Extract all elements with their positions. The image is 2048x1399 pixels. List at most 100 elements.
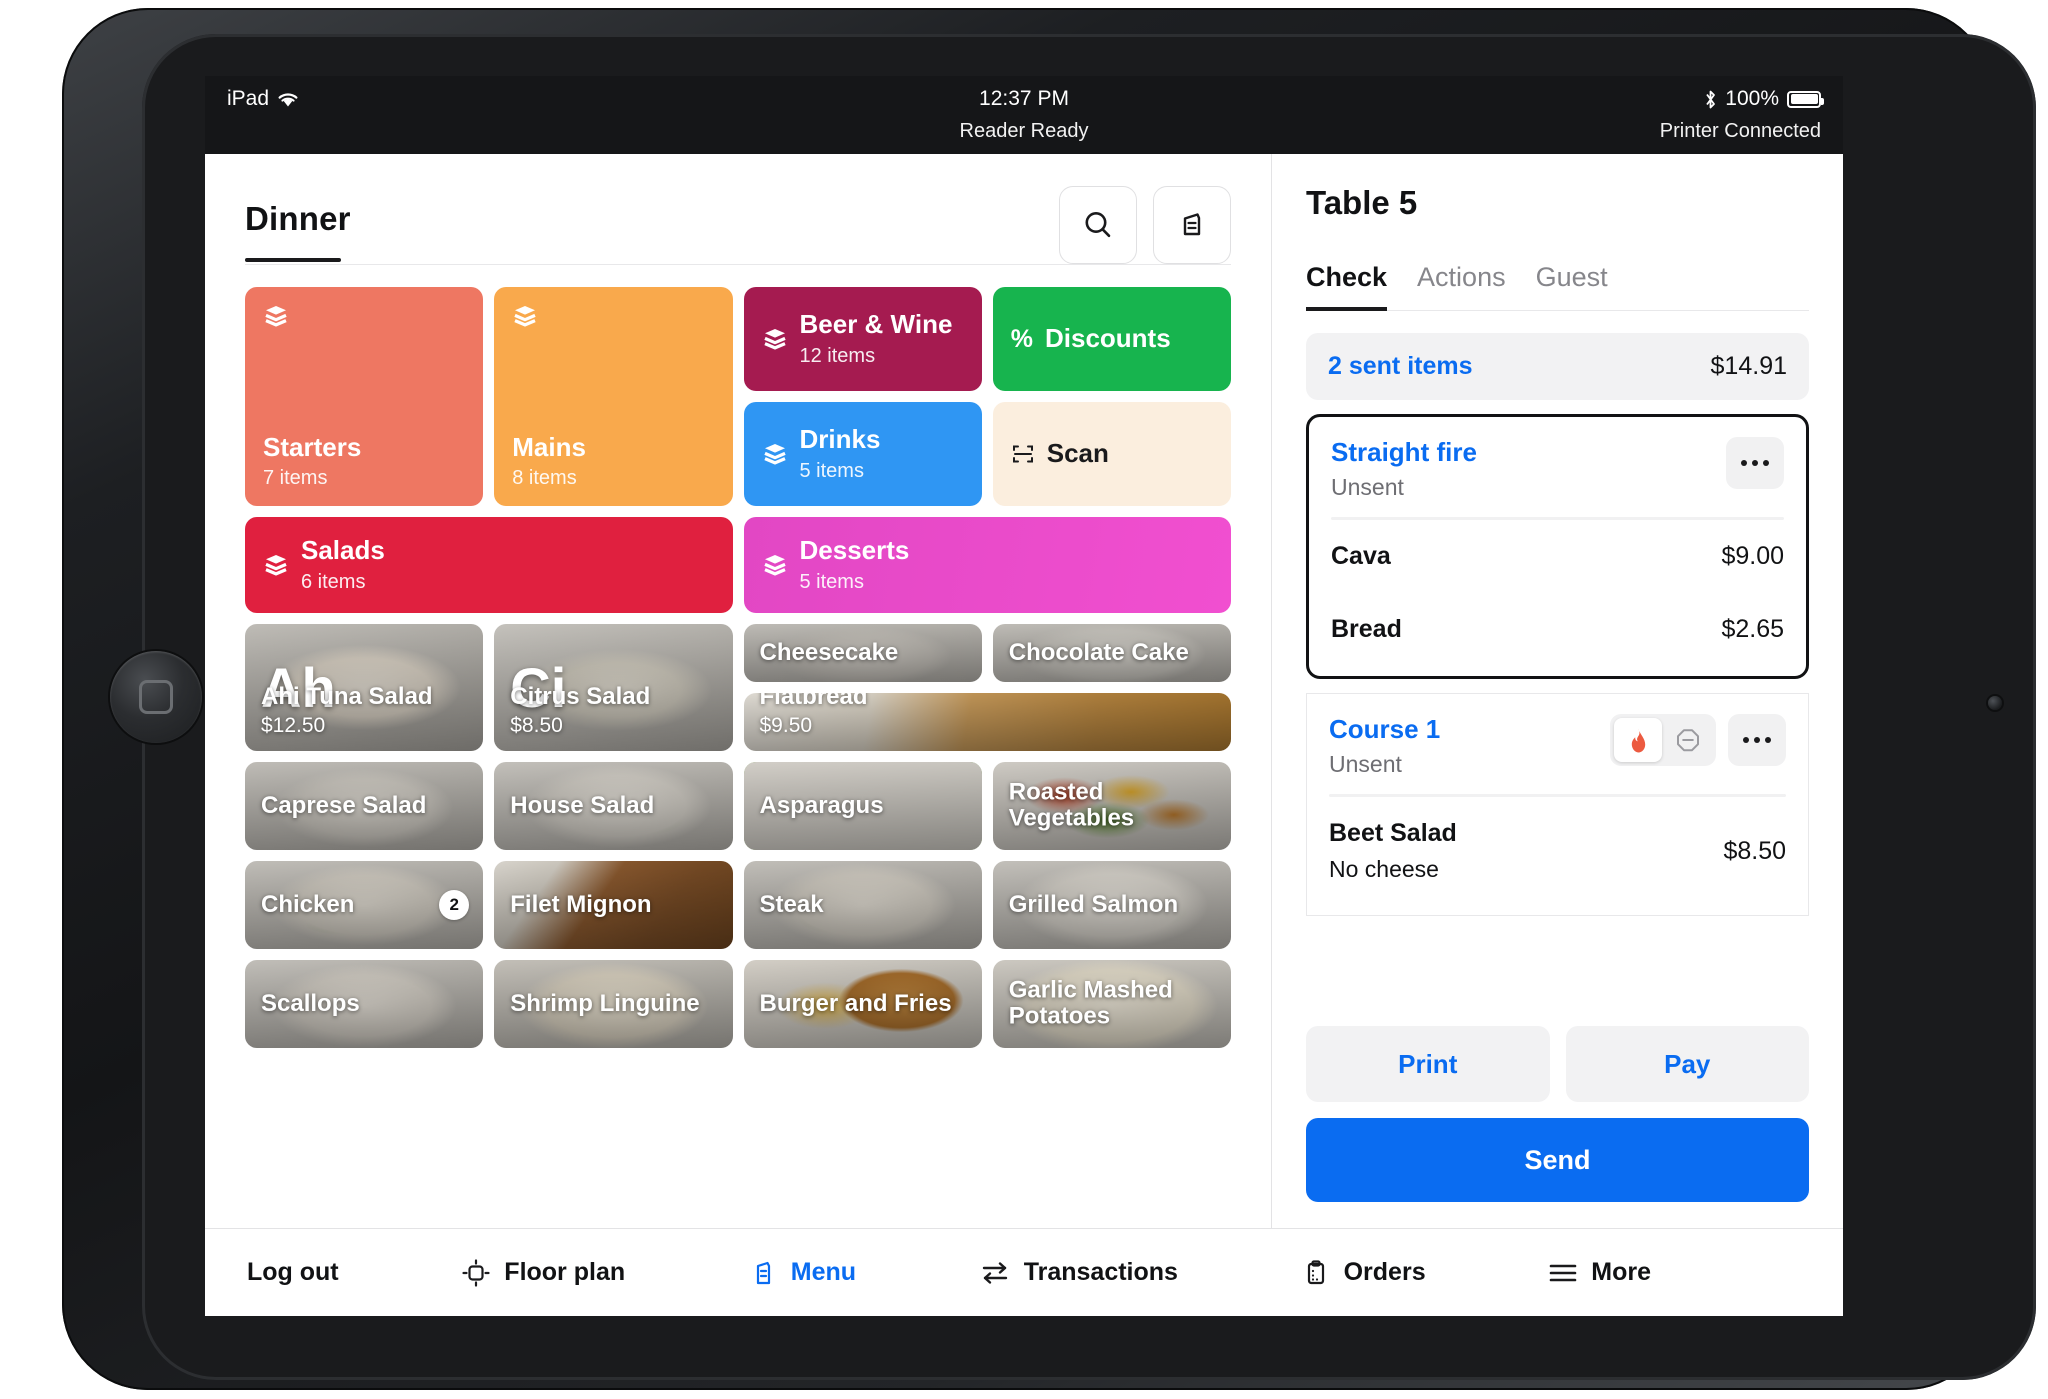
product-tile-steak[interactable]: Steak [743, 861, 982, 949]
fire-hold-segmented-control [1610, 714, 1716, 766]
fire-button[interactable] [1614, 718, 1662, 762]
category-name: Desserts [799, 535, 910, 566]
product-tile-ahi-tuna-salad[interactable]: Ah Ahi Tuna Salad $12.50 [245, 624, 484, 751]
product-label: Chocolate Cake [1008, 638, 1215, 666]
wifi-icon [277, 91, 299, 108]
menu-tile-scroll[interactable]: Starters 7 items Mains 8 items Beer & Wi… [205, 265, 1271, 1228]
send-button[interactable]: Send [1306, 1118, 1809, 1202]
course-header: Course 1 Unsent [1329, 714, 1786, 778]
line-item[interactable]: Beet Salad No cheese $8.50 [1329, 797, 1786, 905]
category-tile-mains[interactable]: Mains 8 items [494, 287, 733, 506]
course-actions [1726, 437, 1784, 489]
sent-items-label: 2 sent items [1328, 352, 1473, 380]
product-tile-flatbread[interactable]: Flatbread $9.50 [743, 693, 1231, 751]
category-tile-drinks[interactable]: Drinks 5 items [743, 402, 982, 506]
product-label: Garlic Mashed Potatoes [1009, 977, 1215, 1031]
line-item[interactable]: Bread $2.65 [1331, 593, 1784, 666]
product-label: Chicken [261, 890, 467, 918]
product-grid-top: Ah Ahi Tuna Salad $12.50 Ci Citrus Salad… [245, 624, 1231, 751]
category-name: Scan [1046, 438, 1109, 469]
app-body: Dinner Starters 7 items Mains 8 items Be… [205, 154, 1843, 1228]
check-panel: Table 5 Check Actions Guest 2 sent items… [1272, 154, 1843, 1228]
nav-more[interactable]: More [1548, 1258, 1651, 1287]
floorplan-icon [461, 1258, 491, 1288]
line-item-price: $8.50 [1723, 836, 1786, 865]
product-label: Asparagus [760, 792, 966, 819]
category-tile-desserts[interactable]: Desserts 5 items [743, 517, 1231, 613]
product-tile-grilled-salmon[interactable]: Grilled Salmon [992, 861, 1231, 949]
category-count: 7 items [263, 467, 328, 489]
course-status: Unsent [1329, 751, 1402, 777]
product-label: Filet Mignon [510, 890, 716, 918]
line-item-name: Cava [1331, 542, 1391, 570]
nav-label: More [1591, 1258, 1651, 1286]
hold-button[interactable] [1664, 718, 1712, 762]
sent-items-row[interactable]: 2 sent items $14.91 [1306, 333, 1809, 400]
product-name: Chicken [261, 890, 355, 918]
transfer-icon [979, 1258, 1011, 1288]
pay-button[interactable]: Pay [1565, 1026, 1809, 1102]
print-button[interactable]: Print [1306, 1026, 1550, 1102]
course-card-straight-fire[interactable]: Straight fire Unsent Cava $9.00 Bread $2… [1306, 414, 1809, 679]
line-item[interactable]: Cava $9.00 [1331, 520, 1784, 593]
line-item-left: Beet Salad No cheese [1329, 819, 1457, 883]
category-tile-starters[interactable]: Starters 7 items [245, 287, 484, 506]
category-tile-beer-wine[interactable]: Beer & Wine 12 items [743, 287, 982, 391]
nav-log-out[interactable]: Log out [247, 1258, 339, 1287]
tab-actions[interactable]: Actions [1417, 262, 1506, 311]
course-more-button[interactable] [1728, 714, 1786, 766]
product-tile-cheesecake[interactable]: Cheesecake [743, 624, 982, 682]
tab-check[interactable]: Check [1306, 262, 1388, 311]
category-tile-discounts[interactable]: % Discounts [992, 287, 1231, 391]
stack-icon [762, 552, 788, 578]
product-tile-shrimp-linguine[interactable]: Shrimp Linguine [494, 960, 733, 1048]
course-more-button[interactable] [1726, 437, 1784, 489]
nav-label: Menu [790, 1258, 857, 1286]
printer-status: Printer Connected [1659, 120, 1821, 142]
product-name: Ahi Tuna Salad [261, 682, 433, 710]
product-tile-roasted-vegetables[interactable]: Roasted Vegetables [992, 762, 1231, 850]
hold-icon [1675, 727, 1701, 753]
category-tile-scan[interactable]: Scan [992, 402, 1231, 506]
home-button[interactable] [110, 651, 202, 743]
course-status: Unsent [1331, 474, 1404, 500]
product-tile-garlic-mashed-potatoes[interactable]: Garlic Mashed Potatoes [992, 960, 1231, 1048]
home-button-square-icon [139, 680, 173, 714]
receipt-button[interactable] [1153, 186, 1231, 264]
sent-items-amount: $14.91 [1710, 352, 1787, 380]
device-label: iPad [227, 87, 270, 110]
product-tile-caprese-salad[interactable]: Caprese Salad [245, 762, 484, 850]
nav-label: Transactions [1023, 1258, 1178, 1286]
product-tile-filet-mignon[interactable]: Filet Mignon [494, 861, 733, 949]
product-tile-scallops[interactable]: Scallops [245, 960, 484, 1048]
product-tile-citrus-salad[interactable]: Ci Citrus Salad $8.50 [494, 624, 733, 751]
tab-guest[interactable]: Guest [1536, 262, 1608, 311]
product-tile-asparagus[interactable]: Asparagus [743, 762, 982, 850]
product-grid-bottom: Caprese Salad House Salad Asparagus Roas… [245, 762, 1231, 1048]
product-name: Scallops [261, 989, 360, 1017]
product-tile-burger-and-fries[interactable]: Burger and Fries [743, 960, 982, 1048]
ellipsis-icon [1743, 737, 1771, 743]
product-price: $8.50 [510, 714, 563, 737]
stack-icon [762, 441, 788, 467]
product-tile-chicken[interactable]: Chicken 2 [245, 861, 484, 949]
course-card-course-1[interactable]: Course 1 Unsent Beet Salad No cheese $8.… [1306, 693, 1809, 916]
nav-orders[interactable]: Orders [1301, 1258, 1426, 1288]
product-tile-house-salad[interactable]: House Salad [494, 762, 733, 850]
product-tile-chocolate-cake[interactable]: Chocolate Cake [992, 624, 1231, 682]
reader-status: Reader Ready [959, 120, 1089, 142]
nav-floor-plan[interactable]: Floor plan [461, 1258, 625, 1288]
line-item-name: Bread [1331, 615, 1402, 643]
nav-label: Orders [1343, 1258, 1426, 1286]
product-name: Filet Mignon [510, 890, 652, 918]
nav-menu[interactable]: Menu [748, 1258, 856, 1288]
category-tile-salads[interactable]: Salads 6 items [245, 517, 733, 613]
search-button[interactable] [1059, 186, 1137, 264]
nav-transactions[interactable]: Transactions [979, 1258, 1178, 1288]
category-name: Beer & Wine [799, 309, 953, 340]
product-name: Flatbread [759, 693, 868, 710]
product-label: Flatbread $9.50 [760, 693, 1216, 738]
course-list[interactable]: Straight fire Unsent Cava $9.00 Bread $2… [1306, 414, 1809, 1008]
status-bar: iPad 12:37 PM 100% Reader Ready Printer … [205, 76, 1843, 154]
product-name: Chocolate Cake [1008, 638, 1189, 666]
